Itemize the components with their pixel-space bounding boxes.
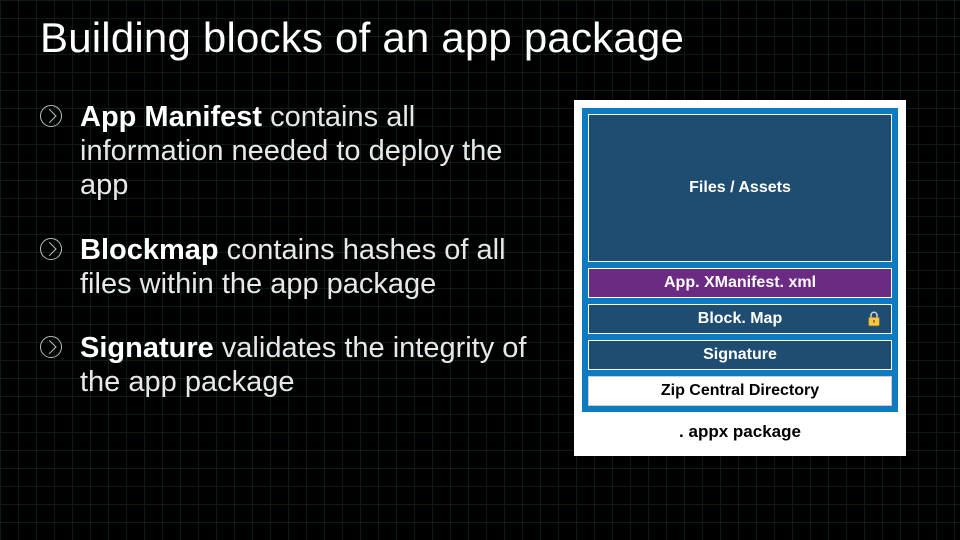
bullet-bold: Blockmap [80,234,219,266]
package-layer-files: Files / Assets [588,114,892,262]
package-layer-blockmap: Block. Map [588,304,892,334]
content-columns: App Manifest contains all information ne… [40,100,920,456]
bullet-marker-icon [40,238,62,260]
package-layer-label: Zip Central Directory [661,382,819,400]
package-layer-label: Files / Assets [689,179,791,197]
package-diagram-column: Files / Assets App. XManifest. xml Block… [570,100,910,456]
bullet-marker-icon [40,336,62,358]
lock-icon [865,310,883,328]
bullet-item: Blockmap contains hashes of all files wi… [40,233,540,301]
package-layer-label: App. XManifest. xml [664,274,816,292]
package-layer-zip: Zip Central Directory [588,376,892,406]
package-layer-label: Block. Map [698,310,782,328]
package-caption: . appx package [582,412,898,448]
package-stack: Files / Assets App. XManifest. xml Block… [588,114,892,406]
package-inner-box: Files / Assets App. XManifest. xml Block… [582,108,898,412]
bullet-list-column: App Manifest contains all information ne… [40,100,540,456]
package-layer-manifest: App. XManifest. xml [588,268,892,298]
bullet-item: App Manifest contains all information ne… [40,100,540,203]
slide: Building blocks of an app package App Ma… [0,0,960,540]
package-outer-box: Files / Assets App. XManifest. xml Block… [574,100,906,456]
bullet-bold: Signature [80,332,214,364]
package-layer-signature: Signature [588,340,892,370]
package-layer-label: Signature [703,346,777,364]
bullet-bold: App Manifest [80,101,262,133]
slide-title: Building blocks of an app package [40,14,920,62]
bullet-item: Signature validates the integrity of the… [40,331,540,399]
bullet-list: App Manifest contains all information ne… [40,100,540,400]
bullet-marker-icon [40,105,62,127]
